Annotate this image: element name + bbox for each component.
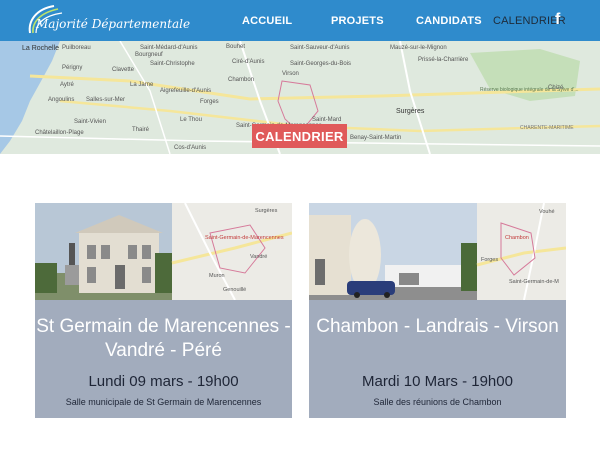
- site-logo[interactable]: Majorité Départementale: [24, 3, 190, 39]
- map-label: Châtelaillon-Plage: [35, 130, 84, 136]
- map-label: Bourgneuf: [135, 52, 163, 58]
- event-title: St Germain de Marencennes - Vandré - Pér…: [36, 316, 291, 361]
- nav-candidats[interactable]: CANDIDATS: [416, 0, 482, 41]
- map-label: Vouhé: [539, 209, 555, 215]
- map-label: Saint-Médard-d'Aunis: [140, 45, 198, 51]
- map-label: Saint-Germain-de-Marencennes: [205, 235, 284, 241]
- map-label: Surgères: [396, 108, 425, 115]
- facebook-icon[interactable]: f: [555, 11, 567, 29]
- top-navbar: Majorité Départementale ACCUEIL PROJETS …: [0, 0, 600, 41]
- event-place: Salle des réunions de Chambon: [373, 397, 502, 407]
- map-label: Benay-Saint-Martin: [350, 135, 401, 141]
- map-label: Genouillé: [223, 287, 246, 293]
- map-label: Forges: [200, 99, 219, 105]
- nav-accueil[interactable]: ACCUEIL: [242, 0, 292, 41]
- map-label: Vandré: [250, 254, 267, 260]
- calendrier-badge: CALENDRIER: [252, 124, 347, 148]
- map-label: Mauzé-sur-le-Mignon: [390, 45, 447, 51]
- event-date: Lundi 09 mars - 19h00: [88, 373, 239, 390]
- map-label: Périgny: [62, 65, 82, 71]
- map-label: Aigrefeuille-d'Aunis: [160, 88, 211, 94]
- event-title: Chambon - Landrais - Virson: [316, 316, 559, 337]
- map-label: Aytré: [60, 82, 75, 88]
- map-label: Ciré-d'Aunis: [232, 59, 265, 65]
- event-photo-and-map: Surgères Saint-Germain-de-Marencennes Va…: [35, 203, 292, 300]
- event-card-image: Vouhé Chambon Forges Saint-Germain-de-M: [309, 203, 566, 300]
- map-label: Saint-Mard: [312, 117, 341, 123]
- map-label: Chambon: [505, 235, 529, 241]
- map-label: Le Thou: [180, 117, 202, 123]
- map-label: CHARENTE-MARITIME: [520, 125, 574, 131]
- map-label: Chizé: [548, 85, 564, 91]
- map-label: Salles-sur-Mer: [86, 97, 125, 103]
- map-label: Saint-Georges-du-Bois: [290, 61, 351, 67]
- map-label: Virson: [282, 71, 299, 77]
- map-label: Puilboreau: [62, 45, 91, 51]
- map-label: Forges: [481, 257, 498, 263]
- nav-projets[interactable]: PROJETS: [331, 0, 384, 41]
- map-label: La Jarne: [130, 82, 154, 88]
- map-label: Cos-d'Aunis: [174, 145, 206, 151]
- map-label: Muron: [209, 273, 225, 279]
- map-label: Thairé: [132, 127, 150, 133]
- map-label: Angoulins: [48, 97, 74, 103]
- map-label: Saint-Sauveur-d'Aunis: [290, 45, 350, 51]
- map-label: Saint-Vivien: [74, 119, 106, 125]
- map-label: Surgères: [255, 208, 278, 214]
- event-place: Salle municipale de St Germain de Marenc…: [65, 397, 262, 407]
- event-card[interactable]: Vouhé Chambon Forges Saint-Germain-de-M …: [309, 203, 566, 418]
- event-card-image: Surgères Saint-Germain-de-Marencennes Va…: [35, 203, 292, 300]
- map-label: Clavette: [112, 67, 135, 73]
- map-label: Chambon: [228, 77, 254, 83]
- map-label: Saint-Germain-de-M: [509, 279, 559, 285]
- hero-map-banner: La Rochelle Puilboreau Périgny Aytré Ang…: [0, 41, 600, 154]
- brand-name: Majorité Départementale: [36, 17, 191, 31]
- event-card[interactable]: Surgères Saint-Germain-de-Marencennes Va…: [35, 203, 292, 418]
- event-date: Mardi 10 Mars - 19h00: [362, 373, 513, 390]
- map-label: Saint-Christophe: [150, 61, 195, 67]
- map-label: Réserve biologique intégrale de la Sylve…: [480, 87, 579, 93]
- map-label: La Rochelle: [22, 45, 59, 52]
- event-photo-and-map: Vouhé Chambon Forges Saint-Germain-de-M: [309, 203, 566, 300]
- map-label: Bouhet: [226, 44, 245, 50]
- map-label: Prissé-la-Charrière: [418, 57, 469, 63]
